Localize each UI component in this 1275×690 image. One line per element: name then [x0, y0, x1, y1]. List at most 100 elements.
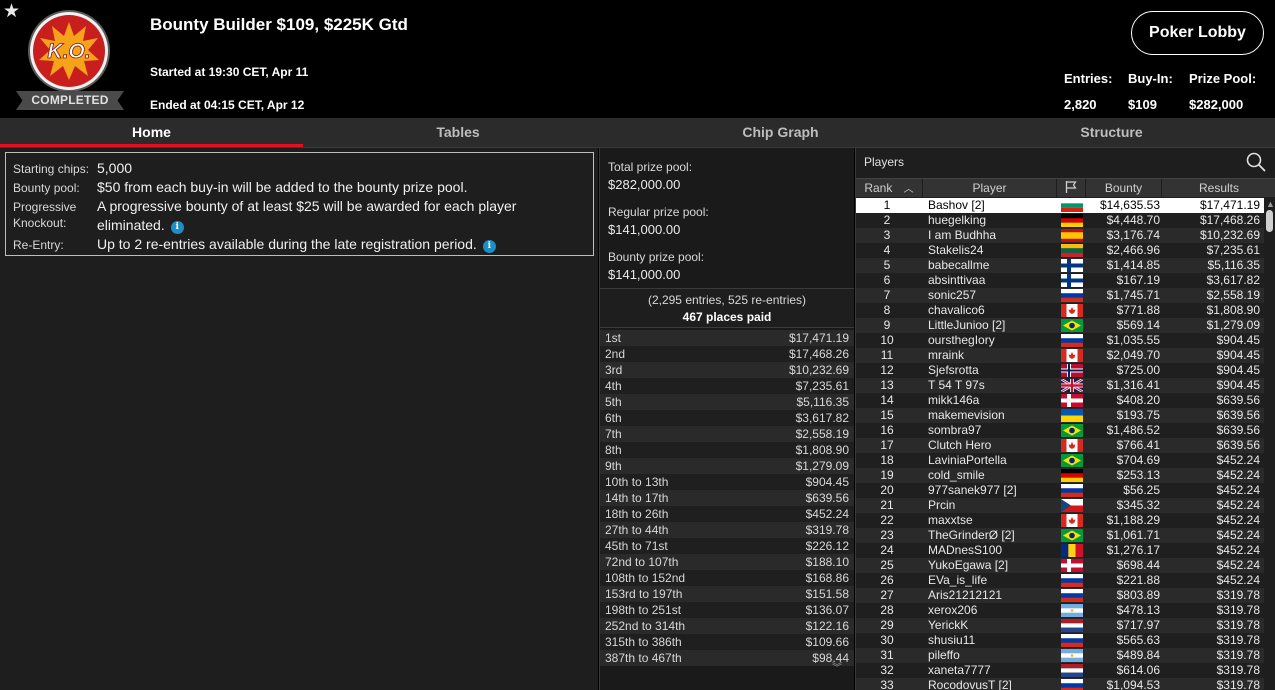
players-scrollbar[interactable]: ▲	[1264, 198, 1275, 690]
player-rank: 31	[880, 648, 894, 662]
germany-flag-icon	[1061, 214, 1083, 227]
player-name: TheGrinderØ [2]	[928, 528, 1015, 542]
info-icon[interactable]: i	[170, 221, 184, 234]
payout-amount: $10,232.69	[788, 363, 849, 377]
player-bounty: $771.88	[1116, 303, 1160, 317]
tab-structure[interactable]: Structure	[948, 118, 1275, 148]
player-rank: 4	[883, 243, 891, 257]
player-bounty: $1,414.85	[1106, 258, 1160, 272]
player-row[interactable]: 17 Clutch Hero $766.41 $639.56	[856, 438, 1264, 453]
player-bounty: $725.00	[1116, 363, 1160, 377]
player-row[interactable]: 8 chavalico6 $771.88 $1,808.90	[856, 303, 1264, 318]
payout-place: 153rd to 197th	[605, 587, 683, 601]
player-rank: 20	[880, 483, 894, 497]
info-icon[interactable]: i	[482, 240, 496, 253]
chevron-down-icon[interactable]: ︾	[832, 664, 846, 674]
payout-amount: $168.86	[805, 571, 849, 585]
player-row[interactable]: 6 absinttivaa $167.19 $3,617.82	[856, 273, 1264, 288]
player-row[interactable]: 7 sonic257 $1,745.71 $2,558.19	[856, 288, 1264, 303]
player-row[interactable]: 2 huegelking $4,448.70 $17,468.26	[856, 213, 1264, 228]
tab-home[interactable]: Home	[0, 118, 303, 148]
player-column-header[interactable]: Player	[923, 179, 1057, 197]
player-bounty: $614.06	[1116, 663, 1160, 677]
scroll-thumb[interactable]	[1266, 210, 1273, 232]
player-result: $639.56	[1216, 408, 1260, 422]
player-row[interactable]: 3 I am Budhha $3,176.74 $10,232.69	[856, 228, 1264, 243]
starting-chips-value: 5,000	[97, 160, 133, 176]
player-result: $452.24	[1216, 513, 1260, 527]
player-row[interactable]: 15 makemevision $193.75 $639.56	[856, 408, 1264, 423]
player-name: sombra97	[928, 423, 982, 437]
player-rank: 25	[880, 558, 894, 572]
player-row[interactable]: 9 LittleJunioo [2] $569.14 $1,279.09	[856, 318, 1264, 333]
sort-ascending-icon: ︿	[903, 184, 914, 195]
places-paid-text: 467 places paid	[682, 310, 772, 324]
player-name: huegelking	[928, 213, 987, 227]
player-row[interactable]: 20 977sanek977 [2] $56.25 $452.24	[856, 483, 1264, 498]
tab-chip-graph[interactable]: Chip Graph	[613, 118, 948, 148]
status-badge: COMPLETED	[16, 91, 124, 110]
player-row[interactable]: 5 babecallme $1,414.85 $5,116.35	[856, 258, 1264, 273]
player-row[interactable]: 28 xerox206 $478.13 $319.78	[856, 603, 1264, 618]
favorite-star-icon[interactable]: ★	[3, 1, 20, 23]
russia-flag-icon	[1061, 679, 1083, 690]
player-row[interactable]: 26 EVa_is_life $221.88 $452.24	[856, 573, 1264, 588]
player-row[interactable]: 16 sombra97 $1,486.52 $639.56	[856, 423, 1264, 438]
player-name: Prcin	[928, 498, 956, 512]
tab-tables[interactable]: Tables	[303, 118, 613, 148]
player-row[interactable]: 4 Stakelis24 $2,466.96 $7,235.61	[856, 243, 1264, 258]
player-result: $319.78	[1216, 663, 1260, 677]
player-row[interactable]: 30 shusiu11 $565.63 $319.78	[856, 633, 1264, 648]
bounty-column-header[interactable]: Bounty	[1086, 179, 1162, 197]
player-result: $452.24	[1216, 543, 1260, 557]
flag-column-header[interactable]	[1057, 179, 1086, 197]
player-row[interactable]: 19 cold_smile $253.13 $452.24	[856, 468, 1264, 483]
search-icon[interactable]	[1246, 152, 1266, 172]
player-bounty: $2,049.70	[1106, 348, 1160, 362]
player-row[interactable]: 31 pileffo $489.84 $319.78	[856, 648, 1264, 663]
player-row[interactable]: 22 maxxtse $1,188.29 $452.24	[856, 513, 1264, 528]
player-row[interactable]: 18 LaviniaPortella $704.69 $452.24	[856, 453, 1264, 468]
chevron-up-icon[interactable]: ▲	[1266, 200, 1275, 209]
player-row[interactable]: 14 mikk146a $408.20 $639.56	[856, 393, 1264, 408]
player-row[interactable]: 10 oursthegIory $1,035.55 $904.45	[856, 333, 1264, 348]
player-row[interactable]: 25 YukoEgawa [2] $698.44 $452.24	[856, 558, 1264, 573]
results-column-header[interactable]: Results	[1162, 179, 1275, 197]
player-rank: 13	[880, 378, 894, 392]
denmark-flag-icon	[1061, 394, 1083, 407]
player-row[interactable]: 24 MADnesS100 $1,276.17 $452.24	[856, 543, 1264, 558]
player-rank: 17	[880, 438, 894, 452]
player-rank: 3	[883, 228, 891, 242]
player-rank: 5	[883, 258, 891, 272]
player-name: mraink	[928, 348, 965, 362]
player-result: $319.78	[1216, 588, 1260, 602]
player-result: $639.56	[1216, 393, 1260, 407]
poker-lobby-button[interactable]: Poker Lobby	[1131, 11, 1264, 55]
payout-place: 8th	[605, 443, 622, 457]
netherlands-flag-icon	[1061, 619, 1083, 632]
payout-place: 27th to 44th	[605, 523, 669, 537]
player-row[interactable]: 1 Bashov [2] $14,635.53 $17,471.19	[856, 198, 1264, 213]
player-row[interactable]: 21 Prcin $345.32 $452.24	[856, 498, 1264, 513]
player-row[interactable]: 29 YerickK $717.97 $319.78	[856, 618, 1264, 633]
payout-place: 72nd to 107th	[605, 555, 679, 569]
rank-column-header[interactable]: Rank ︿	[856, 179, 923, 197]
player-row[interactable]: 33 RocodovusT [2] $1,094.53 $319.78	[856, 678, 1264, 690]
regular-prize-pool-label: Regular prize pool:	[608, 205, 709, 219]
player-row[interactable]: 23 TheGrinderØ [2] $1,061.71 $452.24	[856, 528, 1264, 543]
payout-row: 8th $1,808.90	[600, 442, 854, 458]
player-result: $1,808.90	[1206, 303, 1260, 317]
payout-amount: $98.44	[812, 651, 849, 665]
reentry-value: Up to 2 re-entries available during the …	[97, 235, 567, 254]
player-bounty: $193.75	[1116, 408, 1160, 422]
player-row[interactable]: 12 Sjefsrotta $725.00 $904.45	[856, 363, 1264, 378]
reentry-label: Re-Entry:	[13, 238, 64, 252]
player-row[interactable]: 32 xaneta7777 $614.06 $319.78	[856, 663, 1264, 678]
player-result: $1,279.09	[1206, 318, 1260, 332]
payout-amount: $452.24	[805, 507, 849, 521]
player-bounty: $1,276.17	[1106, 543, 1160, 557]
player-row[interactable]: 27 Aris21212121 $803.89 $319.78	[856, 588, 1264, 603]
player-row[interactable]: 11 mraink $2,049.70 $904.45	[856, 348, 1264, 363]
player-row[interactable]: 13 T 54 T 97s $1,316.41 $904.45	[856, 378, 1264, 393]
bounty-prize-pool-label: Bounty prize pool:	[608, 250, 705, 264]
